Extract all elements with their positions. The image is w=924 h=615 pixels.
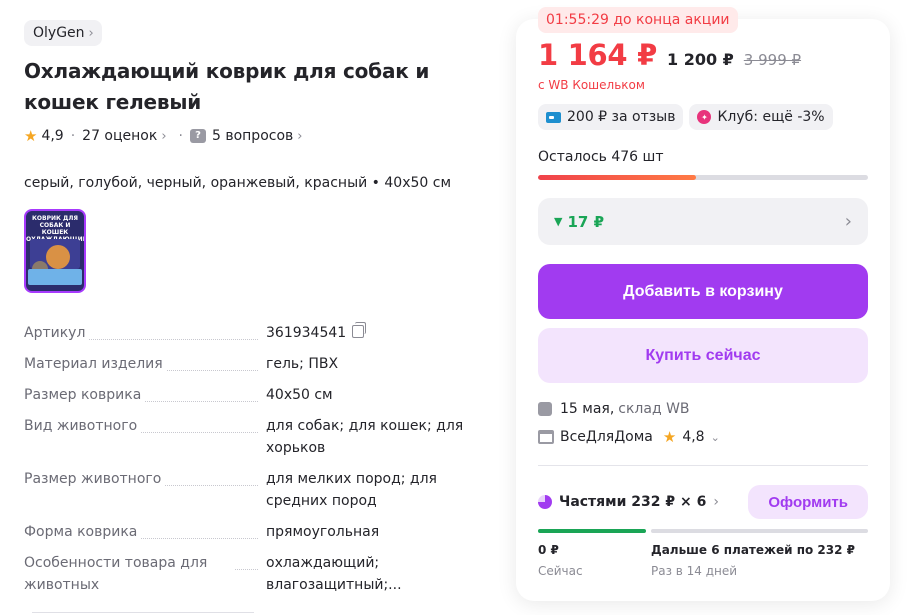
promo-timer: 01:55:29 до конца акции: [538, 7, 738, 33]
divider: [538, 465, 868, 466]
pie-chart-icon: [538, 495, 552, 509]
copy-icon[interactable]: [352, 322, 367, 338]
spec-key: Форма коврика: [24, 521, 142, 543]
spec-value: охлаждающий; влагозащитный;...: [266, 555, 402, 593]
separator-dot: ·: [178, 128, 183, 144]
payment-later-label: Раз в 14 дней: [651, 564, 738, 578]
price-row: 1 164 ₽ 1 200 ₽ 3 999 ₽: [538, 38, 801, 72]
review-bonus-chip[interactable]: 200 ₽ за отзыв: [538, 104, 684, 130]
club-icon: ✦: [697, 110, 712, 124]
spec-key: Материал изделия: [24, 353, 167, 375]
chevron-down-icon: ⌄: [710, 430, 720, 444]
spec-value: для собак; для кошек; для хорьков: [266, 418, 464, 456]
spec-value: 361934541: [266, 325, 347, 341]
mat-image: [28, 269, 82, 285]
stock-bar: [538, 175, 868, 180]
spec-key: Размер животного: [24, 468, 166, 490]
rating-value: 4,9: [41, 128, 64, 144]
spec-row: Вид животного для собак; для кошек; для …: [24, 415, 494, 459]
spec-row: Форма коврика прямоугольная: [24, 521, 494, 543]
product-thumbnail[interactable]: КОВРИК ДЛЯ СОБАК И КОШЕК ОХЛАЖДАЮЩИЙ: [24, 209, 86, 293]
installments-row: Частями 232 ₽ × 6 › Оформить: [538, 485, 868, 519]
installments-label: Частями 232 ₽ × 6: [559, 494, 707, 510]
chevron-right-icon: ›: [88, 25, 94, 41]
stock-bar-fill: [538, 175, 697, 180]
star-icon: ★: [662, 428, 677, 446]
buy-now-button[interactable]: Купить сейчас: [538, 328, 868, 383]
wallet-note: с WB Кошельком: [538, 78, 645, 92]
payment-later-amount: Дальше 6 платежей по 232 ₽: [651, 543, 855, 557]
spec-value: прямоугольная: [266, 524, 380, 540]
brand-link[interactable]: OlyGen ›: [24, 20, 102, 46]
installments-link[interactable]: Частями 232 ₽ × 6 ›: [538, 494, 719, 510]
payment-later: Дальше 6 платежей по 232 ₽ Раз в 14 дней: [651, 543, 855, 578]
box-icon: [538, 402, 552, 416]
specs-table: Артикул 361934541 Материал изделия гель;…: [24, 322, 494, 605]
triangle-down-icon: ▼: [554, 215, 563, 228]
delivery-info: 15 мая, склад WB: [538, 401, 690, 417]
club-label: Клуб: ещё -3%: [717, 109, 825, 125]
review-bonus-label: 200 ₽ за отзыв: [567, 109, 676, 125]
installments-button[interactable]: Оформить: [748, 485, 868, 519]
payment-progress-now: [538, 529, 646, 533]
old-price: 3 999 ₽: [743, 51, 802, 69]
rating-row: ★ 4,9 · 27 оценок › · ? 5 вопросов ›: [24, 126, 302, 146]
chevron-right-icon: ›: [844, 211, 852, 232]
divider: [32, 612, 254, 613]
spec-key: Особенности товара для животных: [24, 552, 234, 596]
question-icon: ?: [189, 129, 206, 143]
seller-name: ВсеДляДома: [560, 429, 653, 445]
payment-now-label: Сейчас: [538, 564, 583, 578]
discount-panel[interactable]: ▼ 17 ₽ ›: [538, 198, 868, 245]
shop-icon: [538, 430, 554, 444]
product-title: Охлаждающий коврик для собак и кошек гел…: [24, 59, 430, 114]
current-price: 1 164 ₽: [538, 38, 657, 72]
questions-link[interactable]: 5 вопросов: [212, 128, 293, 144]
spec-row: Размер коврика 40x50 см: [24, 384, 494, 406]
spec-row: Артикул 361934541: [24, 322, 494, 344]
stock-label: Осталось 476 шт: [538, 149, 664, 165]
card-icon: [546, 111, 561, 123]
separator-dot: ·: [70, 128, 76, 144]
seller-link[interactable]: ВсеДляДома ★ 4,8 ⌄: [538, 428, 720, 446]
spec-value: для мелких пород; для средних пород: [266, 471, 437, 509]
spec-key: Размер коврика: [24, 384, 146, 406]
chevron-right-icon: ›: [161, 128, 167, 144]
dog-image: [46, 245, 70, 269]
payment-now: 0 ₽ Сейчас: [538, 543, 583, 578]
spec-value: 40x50 см: [266, 387, 333, 403]
star-icon: ★: [24, 127, 38, 145]
reviews-link[interactable]: 27 оценок: [82, 128, 157, 144]
spec-key: Вид животного: [24, 415, 142, 437]
chevron-right-icon: ›: [297, 128, 303, 144]
spec-row: Материал изделия гель; ПВХ: [24, 353, 494, 375]
discount-value: 17 ₽: [567, 212, 605, 231]
payment-now-amount: 0 ₽: [538, 543, 559, 557]
spec-row: Размер животного для мелких пород; для с…: [24, 468, 494, 512]
delivery-warehouse: склад WB: [618, 401, 690, 417]
delivery-date: 15 мая,: [560, 401, 615, 417]
club-chip[interactable]: ✦ Клуб: ещё -3%: [689, 104, 833, 130]
variant-summary: серый, голубой, черный, оранжевый, красн…: [24, 175, 451, 191]
payment-progress-later: [651, 529, 868, 533]
spec-row: Особенности товара для животных охлаждаю…: [24, 552, 494, 596]
add-to-cart-button[interactable]: Добавить в корзину: [538, 264, 868, 319]
seller-rating: 4,8: [682, 429, 705, 445]
brand-name: OlyGen: [33, 25, 85, 41]
price-without-wallet: 1 200 ₽: [666, 50, 734, 69]
chevron-right-icon: ›: [713, 494, 719, 510]
spec-key: Артикул: [24, 322, 90, 344]
bonus-chips: 200 ₽ за отзыв ✦ Клуб: ещё -3%: [538, 104, 833, 130]
spec-value: гель; ПВХ: [266, 356, 339, 372]
